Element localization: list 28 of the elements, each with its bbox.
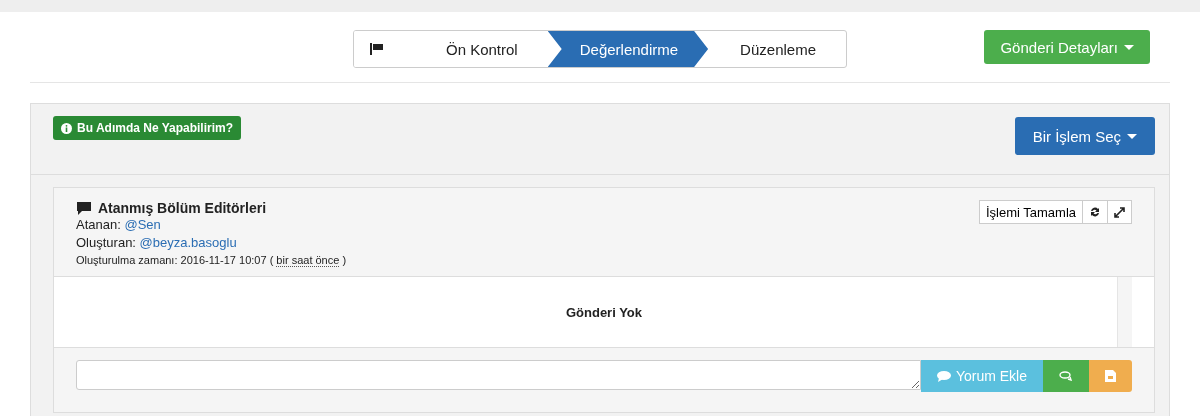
comment-icon: [936, 370, 951, 382]
comments-icon: [1059, 371, 1073, 381]
details-button[interactable]: Gönderi Detayları: [984, 30, 1150, 64]
expand-icon: [1114, 206, 1125, 218]
action-button[interactable]: Bir İşlem Seç: [1014, 117, 1155, 155]
comment-icon: [76, 201, 92, 215]
step-tab[interactable]: Değerlendirme: [547, 31, 709, 67]
flag-icon: [370, 43, 384, 55]
comment-field[interactable]: [76, 360, 921, 390]
refresh-icon: [1089, 206, 1101, 218]
caret-icon: [1127, 133, 1137, 139]
task-title: Atanmış Bölüm Editörleri: [98, 200, 267, 216]
caret-icon: [1124, 44, 1134, 50]
save-button[interactable]: [1089, 360, 1132, 392]
complete-button[interactable]: İşlemi Tamamla: [978, 200, 1083, 224]
creator-link[interactable]: @beyza.basoglu: [139, 235, 237, 250]
help-button[interactable]: Bu Adımda Ne Yapabilirim?: [53, 116, 242, 140]
info-icon: [61, 122, 72, 134]
assignee-link[interactable]: @Sen: [124, 217, 161, 232]
refresh-button[interactable]: [1082, 200, 1108, 224]
comments-button[interactable]: [1043, 360, 1089, 392]
file-icon: [1105, 370, 1116, 382]
expand-button[interactable]: [1107, 200, 1132, 224]
creator-text: Oluşturan: @beyza.basoglu: [76, 234, 238, 252]
created-time-text: Oluşturulma zamanı: 2016-11-17 10:07 ( bir saat önce ): [76, 254, 347, 266]
scrollbar[interactable]: [1117, 277, 1132, 347]
assignee-text: Atanan: @Sen: [76, 216, 162, 234]
empty-message: Gönderi Yok: [565, 304, 643, 320]
